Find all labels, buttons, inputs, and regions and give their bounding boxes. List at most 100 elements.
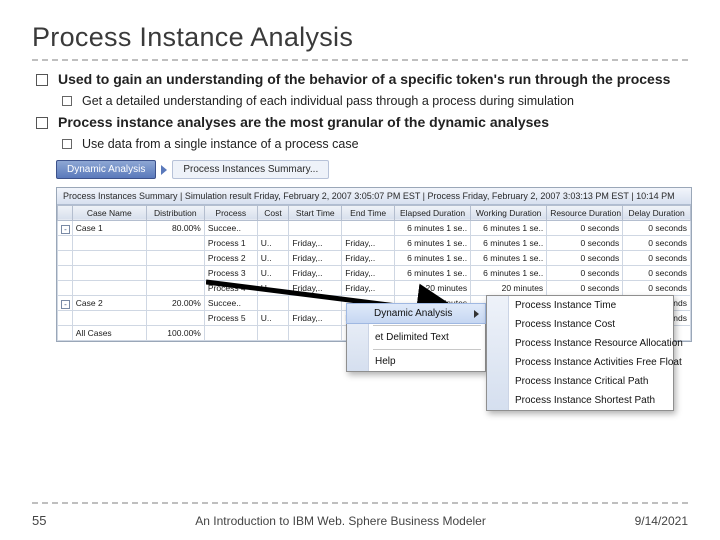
menu-item-dynamic-analysis[interactable]: Dynamic Analysis (346, 303, 486, 324)
menu-item-label: Dynamic Analysis (374, 308, 452, 319)
tree-toggle-icon[interactable]: - (61, 300, 70, 309)
col-tree[interactable] (58, 205, 73, 220)
col-working[interactable]: Working Duration (471, 205, 547, 220)
cell: Process 1 (204, 235, 257, 250)
menu-item-delimited-text[interactable]: et Delimited Text (347, 328, 485, 347)
bullet-2: Process instance analyses are the most g… (34, 114, 682, 153)
menu-separator (373, 325, 481, 326)
cell (146, 250, 204, 265)
cell: U.. (257, 250, 289, 265)
table-row[interactable]: -Case 180.00%Succee..6 minutes 1 se..6 m… (58, 220, 691, 235)
cell: Process 2 (204, 250, 257, 265)
menu-item-proc-instance-time[interactable]: Process Instance Time (487, 296, 673, 315)
footer-divider (32, 502, 688, 504)
cell: 0 seconds (547, 250, 623, 265)
context-submenu: Process Instance Time Process Instance C… (486, 295, 674, 411)
cell: 6 minutes 1 se.. (471, 250, 547, 265)
submenu-arrow-icon (474, 310, 479, 318)
cell (342, 220, 395, 235)
col-elapsed[interactable]: Elapsed Duration (395, 205, 471, 220)
cell: 0 seconds (547, 265, 623, 280)
menu-separator (373, 349, 481, 350)
table-row[interactable]: Process 4U..Friday,..Friday,..20 minutes… (58, 280, 691, 295)
cell (146, 235, 204, 250)
cell: 0 seconds (623, 265, 691, 280)
cell (289, 325, 342, 340)
col-case-name[interactable]: Case Name (72, 205, 146, 220)
cell: - (58, 220, 73, 235)
table-row[interactable]: Process 1U..Friday,..Friday,..6 minutes … (58, 235, 691, 250)
breadcrumb-dynamic-analysis[interactable]: Dynamic Analysis (56, 160, 156, 179)
cell (72, 250, 146, 265)
cell (72, 265, 146, 280)
tree-toggle-icon[interactable]: - (61, 225, 70, 234)
cell (58, 250, 73, 265)
cell: 0 seconds (547, 235, 623, 250)
col-end[interactable]: End Time (342, 205, 395, 220)
cell (72, 235, 146, 250)
col-delay[interactable]: Delay Duration (623, 205, 691, 220)
cell (257, 325, 289, 340)
cell: U.. (257, 235, 289, 250)
cell (58, 325, 73, 340)
cell (58, 280, 73, 295)
cell: Case 1 (72, 220, 146, 235)
menu-item-proc-instance-critical[interactable]: Process Instance Critical Path (487, 372, 673, 391)
cell: 0 seconds (623, 250, 691, 265)
col-distribution[interactable]: Distribution (146, 205, 204, 220)
table-row[interactable]: Process 2U..Friday,..Friday,..6 minutes … (58, 250, 691, 265)
menu-item-proc-instance-cost[interactable]: Process Instance Cost (487, 315, 673, 334)
col-start[interactable]: Start Time (289, 205, 342, 220)
cell (289, 295, 342, 310)
cell: All Cases (72, 325, 146, 340)
cell: Friday,.. (289, 265, 342, 280)
cell: 0 seconds (547, 220, 623, 235)
cell (72, 280, 146, 295)
cell (289, 220, 342, 235)
table-row[interactable]: Process 3U..Friday,..Friday,..6 minutes … (58, 265, 691, 280)
bullet-1-text: Used to gain an understanding of the beh… (58, 71, 670, 87)
cell: 6 minutes 1 se.. (471, 220, 547, 235)
cell (257, 295, 289, 310)
cell: 20.00% (146, 295, 204, 310)
cell (72, 310, 146, 325)
menu-item-proc-instance-resource[interactable]: Process Instance Resource Allocation (487, 334, 673, 353)
screenshot-area: Dynamic Analysis Process Instances Summa… (56, 159, 692, 342)
cell (58, 235, 73, 250)
page-number: 55 (32, 513, 46, 528)
cell: U.. (257, 265, 289, 280)
cell: Friday,.. (289, 235, 342, 250)
menu-item-help[interactable]: Help (347, 352, 485, 371)
cell (58, 265, 73, 280)
col-cost[interactable]: Cost (257, 205, 289, 220)
cell: Friday,.. (342, 265, 395, 280)
footer: 55 An Introduction to IBM Web. Sphere Bu… (32, 513, 688, 528)
cell: 100.00% (146, 325, 204, 340)
footer-date: 9/14/2021 (635, 514, 688, 528)
cell: Process 3 (204, 265, 257, 280)
cell: Case 2 (72, 295, 146, 310)
cell: Friday,.. (342, 235, 395, 250)
breadcrumb-summary[interactable]: Process Instances Summary... (172, 160, 329, 179)
context-menu-left: Dynamic Analysis et Delimited Text Help (346, 303, 486, 372)
cell: Friday,.. (342, 280, 395, 295)
chevron-right-icon (161, 165, 167, 175)
cell: 0 seconds (547, 280, 623, 295)
cell: Friday,.. (289, 250, 342, 265)
bullet-2-text: Process instance analyses are the most g… (58, 114, 549, 130)
cell: Succee.. (204, 220, 257, 235)
panel-title: Process Instances Summary | Simulation r… (57, 188, 691, 205)
cell: 6 minutes 1 se.. (471, 265, 547, 280)
cell: Process 4 (204, 280, 257, 295)
cell: 6 minutes 1 se.. (395, 220, 471, 235)
menu-item-proc-instance-shortest[interactable]: Process Instance Shortest Path (487, 391, 673, 410)
cell: 6 minutes 1 se.. (395, 265, 471, 280)
slide: Process Instance Analysis Used to gain a… (0, 0, 720, 540)
menu-item-proc-instance-freefloat[interactable]: Process Instance Activities Free Float (487, 353, 673, 372)
cell: 20 minutes (395, 280, 471, 295)
slide-title: Process Instance Analysis (32, 22, 688, 53)
col-resource[interactable]: Resource Duration (547, 205, 623, 220)
cell: 0 seconds (623, 280, 691, 295)
col-process[interactable]: Process (204, 205, 257, 220)
cell (146, 310, 204, 325)
